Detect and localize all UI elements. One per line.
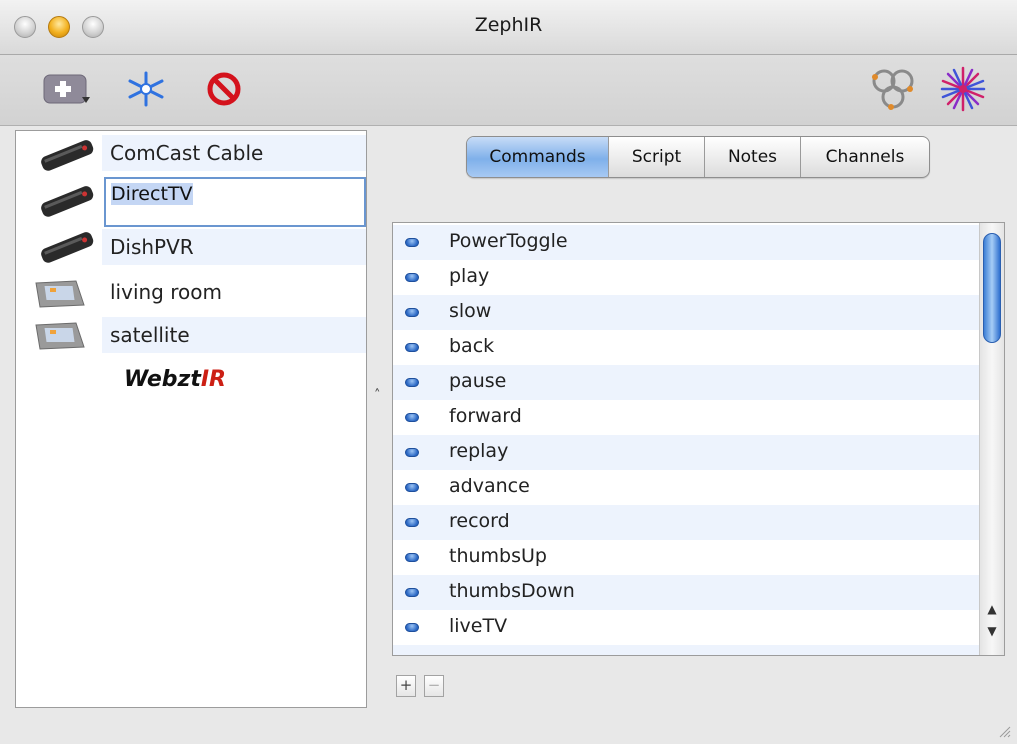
- remote-control-icon: [36, 137, 98, 173]
- list-item[interactable]: satellite: [102, 317, 366, 353]
- stop-icon: [207, 72, 241, 106]
- command-bullet-icon: [405, 623, 419, 632]
- learn-ir-button[interactable]: [124, 69, 168, 109]
- command-bullet-icon: [405, 378, 419, 387]
- command-name: play: [449, 265, 490, 287]
- command-name: back: [449, 335, 495, 357]
- starburst-icon: [940, 66, 986, 112]
- table-row[interactable]: forward: [393, 400, 980, 435]
- ir-emit-button[interactable]: [934, 66, 992, 112]
- network-icon: [872, 69, 914, 110]
- command-bullet-icon: [405, 553, 419, 562]
- add-menu-icon: [43, 74, 90, 104]
- command-name: forward: [449, 405, 522, 427]
- webztir-logo: WebztIR: [124, 367, 226, 392]
- view-tabs: Commands Script Notes Channels: [466, 136, 930, 178]
- command-bullet-icon: [405, 238, 419, 247]
- device-label: ComCast Cable: [110, 141, 264, 165]
- remote-control-icon: [36, 183, 98, 219]
- remote-control-icon: [36, 229, 98, 265]
- command-bullet-icon: [405, 588, 419, 597]
- command-name: advance: [449, 475, 530, 497]
- scroll-thumb[interactable]: [983, 233, 1001, 343]
- command-name: record: [449, 510, 510, 532]
- table-row[interactable]: replay: [393, 435, 980, 470]
- touchscreen-device-icon: [30, 275, 92, 311]
- table-row[interactable]: PowerToggle: [393, 225, 980, 260]
- device-name-field[interactable]: DirectTV: [104, 177, 366, 227]
- scroll-up-arrow-icon[interactable]: ▲: [980, 599, 1004, 619]
- device-list[interactable]: ComCast Cable DirectTV DishPVR living ro…: [15, 130, 367, 708]
- device-label: DirectTV: [111, 183, 193, 205]
- table-row[interactable]: record: [393, 505, 980, 540]
- command-name: replay: [449, 440, 509, 462]
- table-row[interactable]: play: [393, 260, 980, 295]
- device-label: satellite: [110, 323, 190, 347]
- command-name: liveTV: [449, 615, 508, 637]
- table-row[interactable]: thumbsUp: [393, 540, 980, 575]
- split-view-divider[interactable]: ˄: [374, 388, 381, 403]
- network-button[interactable]: [866, 69, 922, 110]
- command-bullet-icon: [405, 308, 419, 317]
- table-row[interactable]: pause: [393, 365, 980, 400]
- snowflake-icon: [128, 71, 164, 107]
- remove-command-button[interactable]: −: [424, 675, 444, 697]
- zephir-window: ZephIR ComCast Cable DirectTV DishPVR li…: [0, 0, 1017, 744]
- list-item[interactable]: living room: [102, 274, 366, 310]
- command-name: thumbsDown: [449, 580, 575, 602]
- command-bullet-icon: [405, 448, 419, 457]
- toolbar: [0, 55, 1017, 126]
- add-device-button[interactable]: [42, 69, 98, 109]
- device-label: living room: [110, 280, 222, 304]
- tab-notes[interactable]: Notes: [705, 137, 801, 177]
- scroll-down-arrow-icon[interactable]: ▼: [980, 621, 1004, 641]
- list-item[interactable]: DishPVR: [102, 229, 366, 265]
- table-row[interactable]: back: [393, 330, 980, 365]
- command-bullet-icon: [405, 273, 419, 282]
- add-command-button[interactable]: +: [396, 675, 416, 697]
- command-name: thumbsUp: [449, 545, 547, 567]
- delete-button[interactable]: [204, 69, 244, 109]
- brand-suffix: IR: [200, 367, 226, 392]
- list-item[interactable]: ComCast Cable: [102, 135, 366, 171]
- table-row[interactable]: thumbsDown: [393, 575, 980, 610]
- command-bullet-icon: [405, 483, 419, 492]
- tab-script[interactable]: Script: [609, 137, 705, 177]
- table-row[interactable]: liveTV: [393, 610, 980, 645]
- touchscreen-device-icon: [30, 317, 92, 353]
- command-bullet-icon: [405, 413, 419, 422]
- vertical-scrollbar[interactable]: ▲ ▼: [979, 223, 1004, 655]
- command-bullet-icon: [405, 518, 419, 527]
- table-row[interactable]: slow: [393, 295, 980, 330]
- command-bullet-icon: [405, 343, 419, 352]
- brand-prefix: Webzt: [124, 367, 201, 392]
- command-name: PowerToggle: [449, 230, 568, 252]
- resize-grip-icon[interactable]: [997, 724, 1011, 738]
- command-name: slow: [449, 300, 492, 322]
- command-name: pause: [449, 370, 507, 392]
- command-list[interactable]: PowerToggle play slow back pause forward…: [392, 222, 1005, 656]
- table-row-partial[interactable]: [393, 645, 980, 655]
- title-bar: ZephIR: [0, 0, 1017, 55]
- window-title: ZephIR: [474, 14, 543, 36]
- tab-channels[interactable]: Channels: [801, 137, 929, 177]
- tab-commands[interactable]: Commands: [467, 137, 609, 177]
- table-row[interactable]: advance: [393, 470, 980, 505]
- device-label: DishPVR: [110, 235, 194, 259]
